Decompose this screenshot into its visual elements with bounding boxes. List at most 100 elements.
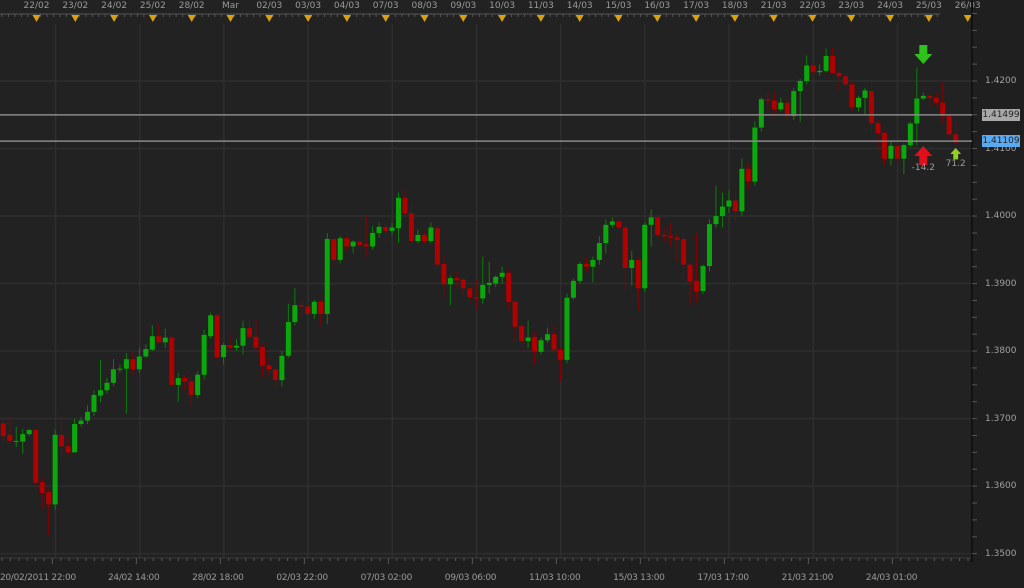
candle-down (745, 168, 751, 182)
candle-up (117, 368, 123, 370)
candle-down (674, 237, 680, 240)
candle-down (408, 213, 414, 242)
candle-up (292, 305, 298, 323)
candle-up (570, 280, 576, 298)
candle-down (473, 297, 479, 299)
candle-down (454, 278, 460, 281)
candle-down (635, 259, 641, 289)
candle-down (616, 221, 622, 228)
candle-down (881, 132, 887, 159)
y-tick-label: 1.3500 (985, 548, 1017, 559)
candle-up (97, 390, 103, 396)
candle-up (370, 232, 376, 247)
candle-down (383, 226, 389, 231)
candle-up (52, 434, 58, 505)
candle-up (797, 81, 803, 92)
candle-down (246, 328, 252, 337)
candle-down (59, 434, 65, 447)
candle-up (726, 200, 732, 207)
candle-down (668, 236, 674, 238)
candle-down (732, 200, 738, 212)
price-level-label: 1.41499 (982, 108, 1020, 121)
candle-down (519, 326, 525, 341)
candle-up (629, 259, 635, 269)
candle-down (661, 234, 667, 237)
candle-up (856, 97, 862, 108)
candle-up (104, 382, 110, 391)
candle-up (201, 334, 207, 375)
candle-up (285, 322, 291, 356)
y-tick-label: 1.3700 (985, 413, 1017, 424)
candle-up (590, 259, 596, 267)
candle-up (914, 98, 920, 124)
candle-up (240, 328, 246, 346)
candle-up (78, 420, 84, 425)
candle-down (894, 145, 900, 159)
candle-down (765, 99, 771, 101)
candle-up (195, 374, 201, 395)
candle-up (648, 217, 654, 225)
candle-up (707, 224, 713, 267)
candle-down (933, 97, 939, 103)
candle-up (719, 206, 725, 217)
candle-up (20, 434, 26, 442)
candle-up (603, 224, 609, 244)
time-label: 28/02 18:00 (192, 573, 244, 583)
candle-up (415, 234, 421, 242)
y-tick-label: 1.3900 (985, 278, 1017, 289)
candle-down (402, 197, 408, 214)
candle-up (208, 315, 214, 337)
candle-down (655, 217, 661, 235)
candle-down (214, 315, 220, 358)
candle-down (810, 65, 816, 73)
candle-down (259, 347, 265, 366)
time-label: 17/03 17:00 (697, 573, 749, 583)
candle-up (804, 65, 810, 81)
y-tick-label: 1.4200 (985, 76, 1017, 86)
candle-up (143, 349, 149, 357)
time-label: 15/03 13:00 (613, 573, 665, 583)
candle-down (506, 272, 512, 302)
candle-down (305, 306, 311, 314)
time-label: 02/03 22:00 (276, 573, 328, 583)
candle-up (713, 216, 719, 225)
candle-up (545, 334, 551, 341)
candlestick-chart[interactable] (0, 0, 1024, 588)
candle-down (0, 423, 6, 437)
candle-up (85, 411, 91, 421)
candle-up (279, 355, 285, 381)
candle-down (188, 381, 194, 395)
candle-down (830, 56, 836, 73)
candle-up (778, 102, 784, 110)
candle-up (234, 345, 240, 348)
candle-down (694, 280, 700, 291)
candle-up (389, 227, 395, 231)
candle-down (557, 349, 563, 360)
candle-down (182, 378, 188, 382)
candle-down (843, 76, 849, 85)
candle-down (681, 238, 687, 265)
candle-down (318, 301, 324, 314)
candle-down (272, 369, 278, 381)
candle-up (13, 440, 19, 442)
time-label: 11/03 10:00 (528, 573, 581, 583)
candle-down (687, 264, 693, 282)
candle-down (421, 234, 427, 242)
candle-up (396, 197, 402, 229)
candle-down (130, 359, 136, 370)
candle-up (72, 424, 78, 453)
candle-down (532, 336, 538, 352)
candle-up (110, 369, 116, 383)
candle-down (868, 91, 874, 123)
candle-down (875, 122, 881, 133)
candle-up (823, 56, 829, 71)
candle-up (486, 282, 492, 285)
marker-value-label: -14.2 (911, 163, 935, 173)
plot-area (0, 24, 972, 558)
candle-up (376, 226, 382, 233)
candle-up (920, 95, 926, 99)
candle-up (162, 337, 168, 343)
candle-up (175, 378, 181, 385)
candle-up (577, 263, 583, 281)
candle-down (46, 492, 52, 505)
